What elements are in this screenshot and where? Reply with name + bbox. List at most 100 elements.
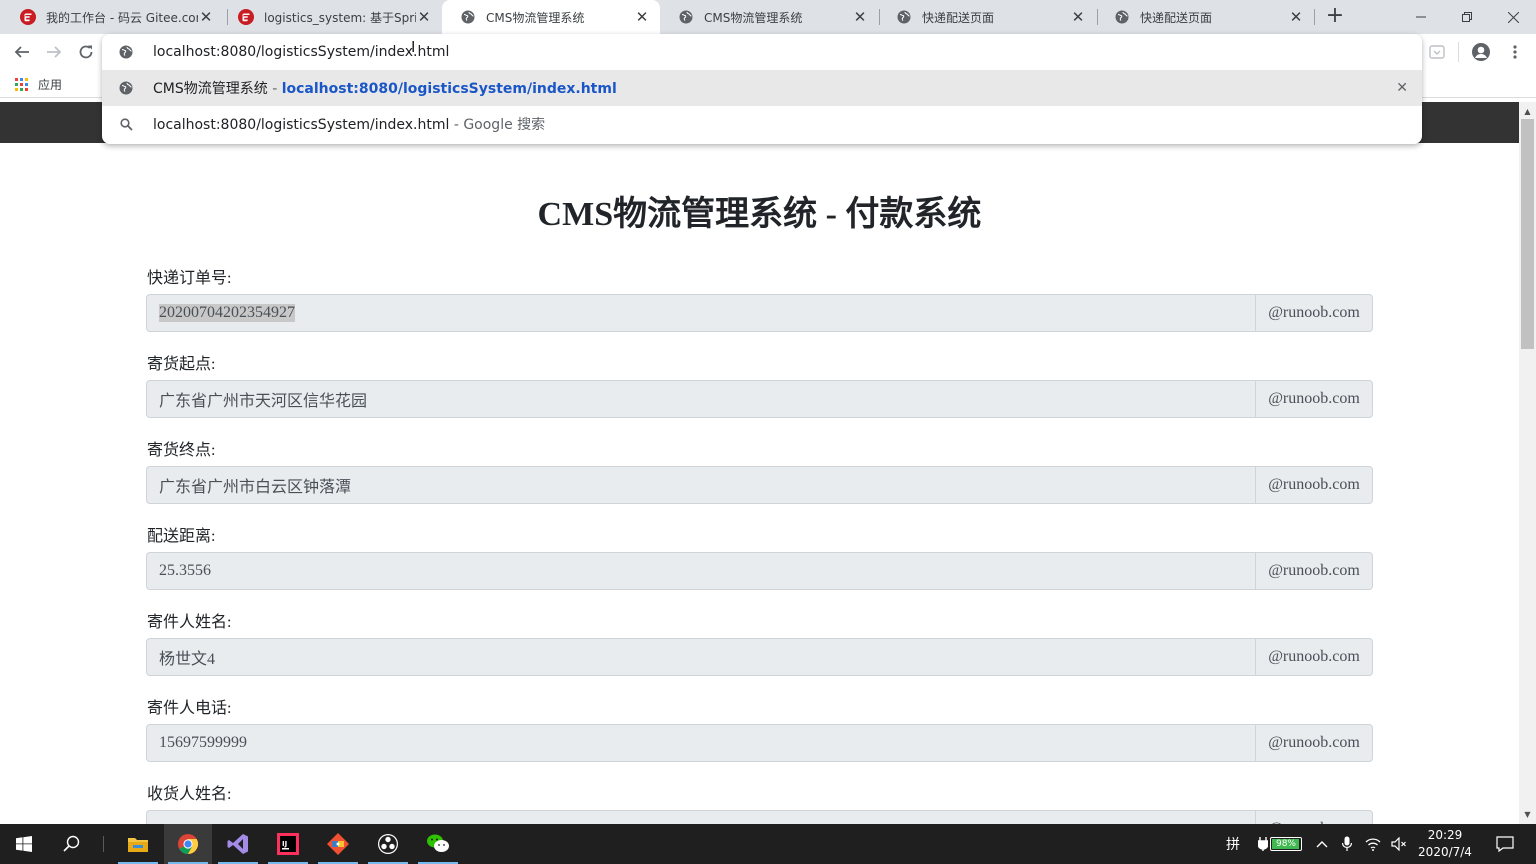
input-group: 15697599999 @runoob.com (146, 724, 1373, 762)
globe-icon (896, 9, 912, 25)
power-plug-icon (1258, 837, 1268, 851)
git-icon (327, 833, 349, 855)
suggestion-search[interactable]: localhost:8080/logisticsSystem/index.htm… (102, 106, 1422, 142)
scrollbar-thumb[interactable] (1521, 119, 1534, 349)
input-group: @runoob.com (146, 810, 1373, 824)
wechat-icon (427, 834, 449, 852)
tab-title: logistics_system: 基于Spring (264, 10, 416, 25)
address-bar[interactable]: localhost:8080/logisticsSystem/index.htm… (102, 34, 1422, 70)
input-group: 20200704202354927 @runoob.com (146, 294, 1373, 332)
apps-grid-icon (15, 77, 29, 92)
taskbar-chrome[interactable] (164, 824, 212, 864)
field-label: 寄件人电话: (147, 700, 232, 717)
search-button[interactable] (48, 824, 96, 864)
distance-input[interactable]: 25.3556 (146, 552, 1255, 590)
battery-icon: 98% (1270, 837, 1302, 851)
taskbar-visual-studio[interactable] (214, 824, 262, 864)
windows-logo-icon (16, 836, 32, 852)
taskbar-wechat[interactable] (414, 824, 462, 864)
extension-area (1428, 34, 1523, 70)
new-tab-button[interactable]: + (1322, 4, 1348, 30)
tab-title: 我的工作台 - 码云 Gitee.com (46, 10, 198, 25)
close-icon[interactable]: ✕ (634, 8, 650, 26)
sender-name-input[interactable]: 杨世文4 (146, 638, 1255, 676)
minimize-icon (1416, 16, 1426, 18)
page-scrollbar[interactable]: ▲ ▼ (1519, 102, 1536, 824)
field-value: 15697599999 (159, 734, 247, 751)
profile-avatar-icon[interactable] (1471, 42, 1491, 62)
remove-suggestion-button[interactable]: ✕ (1396, 80, 1408, 96)
destination-input[interactable]: 广东省广州市白云区钟落潭 (146, 466, 1255, 504)
sender-phone-input[interactable]: 15697599999 (146, 724, 1255, 762)
wifi-icon[interactable] (1365, 837, 1381, 851)
text-cursor-icon: I (411, 38, 416, 56)
address-input[interactable]: localhost:8080/logisticsSystem/index.htm… (153, 44, 449, 60)
field-label: 寄件人姓名: (147, 614, 232, 631)
input-group: 广东省广州市天河区信华花园 @runoob.com (146, 380, 1373, 418)
order-number-input[interactable]: 20200704202354927 (146, 294, 1255, 332)
tab-gitee-workbench[interactable]: 我的工作台 - 码云 Gitee.com ✕ (2, 0, 224, 34)
notification-icon (1496, 836, 1514, 852)
tab-delivery-page[interactable]: 快递配送页面 ✕ (878, 0, 1096, 34)
bookmark-apps[interactable]: 应用 (15, 76, 62, 93)
suggestion-history[interactable]: CMS物流管理系统 - localhost:8080/logisticsSyst… (102, 70, 1422, 106)
file-explorer-icon (128, 838, 148, 852)
taskbar-git[interactable] (314, 824, 362, 864)
tab-logistics-system[interactable]: logistics_system: 基于Spring ✕ (220, 0, 442, 34)
omnibox-dropdown: localhost:8080/logisticsSystem/index.htm… (102, 34, 1422, 144)
reload-button[interactable] (72, 38, 100, 66)
input-group: 25.3556 @runoob.com (146, 552, 1373, 590)
scroll-down-icon[interactable]: ▼ (1519, 807, 1536, 822)
field-label: 快递订单号: (147, 270, 232, 287)
taskbar-divider (103, 836, 104, 852)
reload-icon (79, 45, 93, 59)
battery-percent: 98% (1275, 839, 1296, 849)
close-icon[interactable]: ✕ (198, 8, 214, 26)
forward-button[interactable] (40, 38, 68, 66)
toolbar-divider (1458, 42, 1459, 62)
action-center-button[interactable] (1490, 824, 1520, 864)
back-button[interactable] (8, 38, 36, 66)
tab-title: 快递配送页面 (922, 10, 995, 25)
close-icon[interactable]: ✕ (1070, 8, 1086, 26)
close-icon[interactable]: ✕ (1288, 8, 1304, 26)
system-tray: 拼 98% (1222, 824, 1407, 864)
speaker-muted-icon[interactable] (1391, 837, 1407, 851)
form-group-origin: 寄货起点: 广东省广州市天河区信华花园 @runoob.com (146, 348, 1373, 434)
ime-indicator[interactable]: 拼 (1222, 834, 1244, 854)
restore-button[interactable] (1444, 0, 1490, 34)
tab-title: CMS物流管理系统 (486, 10, 585, 25)
extension-icon[interactable] (1428, 43, 1446, 61)
minimize-button[interactable] (1398, 0, 1444, 34)
gitee-icon (238, 9, 254, 25)
chrome-icon (178, 834, 199, 855)
start-button[interactable] (0, 824, 48, 864)
restore-icon (1462, 12, 1472, 22)
microphone-icon[interactable] (1342, 836, 1352, 852)
taskbar-file-explorer[interactable] (114, 824, 162, 864)
tab-cms[interactable]: CMS物流管理系统 ✕ (660, 0, 878, 34)
tab-cms-active[interactable]: CMS物流管理系统 ✕ (442, 0, 660, 34)
origin-input[interactable]: 广东省广州市天河区信华花园 (146, 380, 1255, 418)
search-icon (63, 835, 80, 852)
chevron-up-icon[interactable] (1316, 840, 1328, 848)
receiver-name-input[interactable] (146, 810, 1255, 824)
field-label: 配送距离: (147, 528, 216, 545)
gitee-icon (20, 9, 36, 25)
close-icon[interactable]: ✕ (416, 8, 432, 26)
window-close-button[interactable] (1490, 0, 1536, 34)
field-label: 收货人姓名: (147, 786, 232, 803)
taskbar-obs[interactable] (364, 824, 412, 864)
taskbar-intellij[interactable]: IJ (264, 824, 312, 864)
battery-indicator[interactable]: 98% (1258, 837, 1302, 851)
suggestion-title: CMS物流管理系统 (153, 81, 268, 97)
more-menu-icon[interactable] (1507, 44, 1523, 60)
field-value: 杨世文4 (159, 651, 216, 668)
close-icon (1507, 11, 1519, 23)
tab-delivery-page-2[interactable]: 快递配送页面 ✕ (1096, 0, 1314, 34)
system-clock[interactable]: 20:29 2020/7/4 (1410, 827, 1480, 861)
close-icon[interactable]: ✕ (852, 8, 868, 26)
scroll-up-icon[interactable]: ▲ (1519, 104, 1536, 119)
suggestion-url: localhost:8080/logisticsSystem/index.htm… (281, 81, 617, 97)
input-addon: @runoob.com (1255, 294, 1373, 332)
